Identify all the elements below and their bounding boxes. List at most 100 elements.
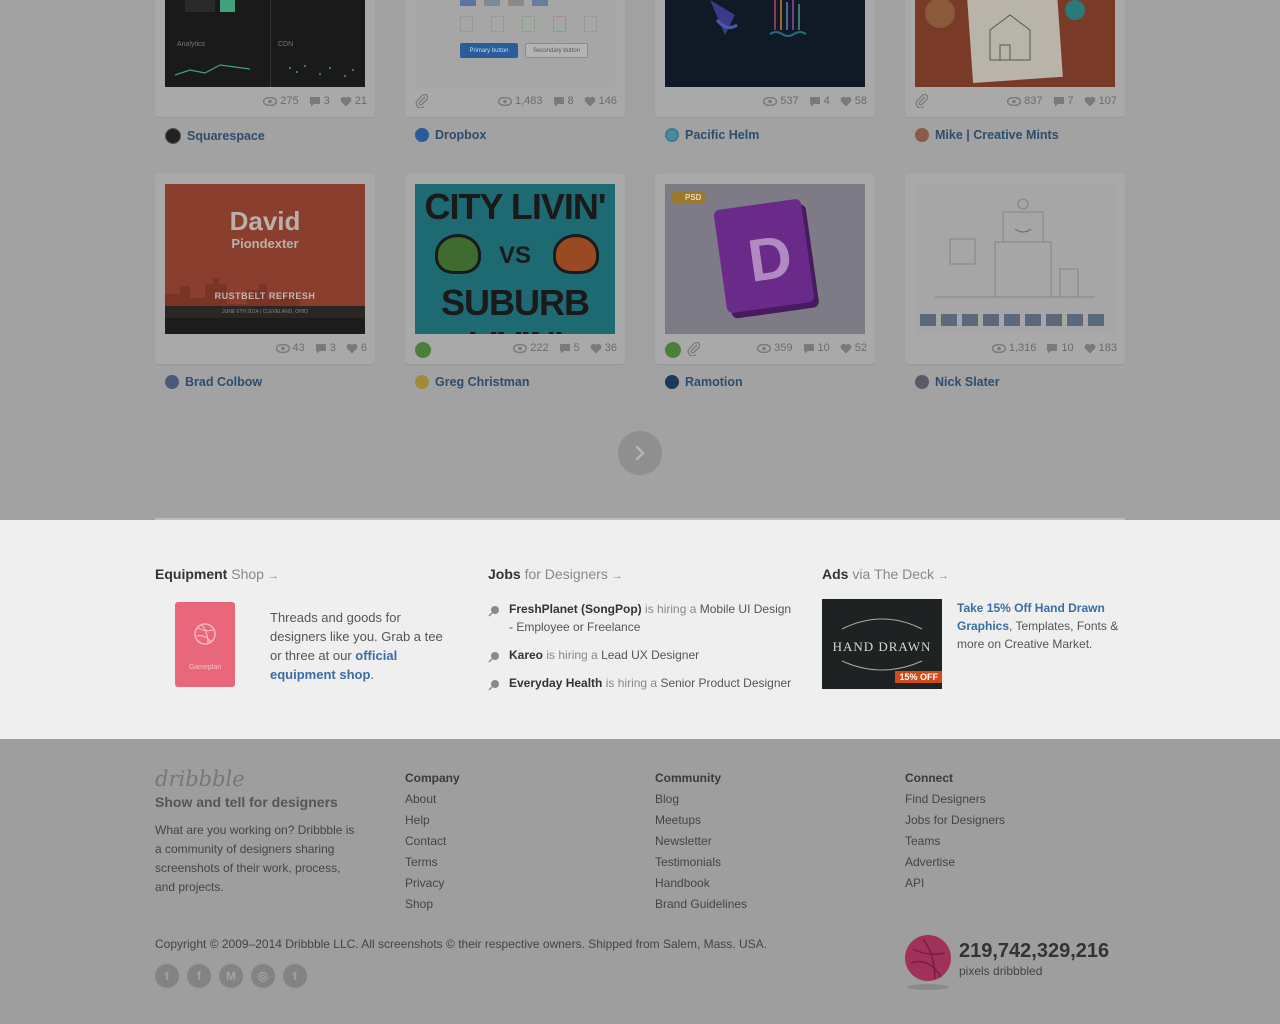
job-item[interactable]: Everyday Health is hiring a Senior Produ…: [488, 674, 798, 692]
likes-count: 6: [360, 342, 367, 354]
ads-heading[interactable]: Ads via The Deck →: [822, 566, 949, 582]
player-link[interactable]: Nick Slater: [915, 375, 1000, 389]
job-item[interactable]: FreshPlanet (SongPop) is hiring a Mobile…: [488, 600, 798, 636]
medium-icon[interactable]: M: [219, 964, 243, 988]
rebound-icon[interactable]: [665, 342, 681, 358]
footer-link-contact[interactable]: Contact: [405, 834, 446, 848]
footer-link-testimonials[interactable]: Testimonials: [655, 855, 721, 869]
next-page-button[interactable]: [618, 431, 662, 475]
shot-card[interactable]: Analytics CDN 275 3 21: [155, 0, 375, 117]
ad-text: Take 15% Off Hand Drawn Graphics, Templa…: [957, 601, 1119, 651]
shot-thumbnail[interactable]: Analytics CDN: [165, 0, 365, 87]
views-count: 1,483: [514, 95, 543, 107]
footer-link-newsletter[interactable]: Newsletter: [655, 834, 712, 848]
views-count: 837: [1024, 95, 1043, 107]
shot-card[interactable]: 537 4 58: [655, 0, 875, 117]
shot-card[interactable]: CITY LIVIN' VS SUBURB LIVIN' 222 5 36: [405, 174, 625, 364]
arrow-right-icon: →: [267, 570, 279, 582]
shot-thumbnail[interactable]: CITY LIVIN' VS SUBURB LIVIN': [415, 184, 615, 334]
footer-link-jobs-for-designers[interactable]: Jobs for Designers: [905, 813, 1005, 827]
shot-thumbnail[interactable]: Primary button Secondary button: [415, 0, 615, 87]
footer-link-brand-guidelines[interactable]: Brand Guidelines: [655, 897, 747, 911]
ad-discount-badge: 15% OFF: [895, 671, 942, 683]
avatar: [665, 375, 679, 389]
player-link[interactable]: Ramotion: [665, 375, 743, 389]
player-name: Dropbox: [435, 128, 487, 142]
views-count: 359: [774, 342, 793, 354]
equipment-heading[interactable]: Equipment Shop →: [155, 566, 279, 582]
jobs-heading[interactable]: Jobs for Designers →: [488, 566, 623, 582]
footer-link-teams[interactable]: Teams: [905, 834, 940, 848]
heart-icon: [840, 343, 852, 353]
dribbble-ball-icon: [910, 938, 946, 980]
eye-icon: [513, 343, 528, 353]
ad-image[interactable]: HAND DRAWN 15% OFF: [822, 599, 942, 689]
likes-count: 21: [354, 95, 367, 107]
shot-card[interactable]: 837 7 107: [905, 0, 1125, 117]
shot-card[interactable]: David Piondexter RUSTBELT REFRESH JUNE 6…: [155, 174, 375, 364]
footer-link-shop[interactable]: Shop: [405, 897, 433, 911]
pixel-count: 219,742,329,216: [959, 940, 1110, 962]
robot-illustration: [920, 198, 1104, 326]
job-role: Senior Product Designer: [660, 676, 792, 690]
player-link[interactable]: Squarespace: [165, 128, 265, 144]
tumblr-icon[interactable]: t: [283, 964, 307, 988]
job-item[interactable]: Kareo is hiring a Lead UX Designer: [488, 646, 798, 664]
likes-count: 183: [1098, 342, 1117, 354]
shot-thumbnail[interactable]: [915, 0, 1115, 87]
shot-thumbnail[interactable]: [915, 184, 1115, 334]
rebound-icon[interactable]: [415, 342, 431, 358]
thumb-top-text: CITY LIVIN': [424, 186, 607, 227]
avatar: [915, 128, 929, 142]
shot-thumbnail[interactable]: David Piondexter RUSTBELT REFRESH JUNE 6…: [165, 184, 365, 334]
footer-link-advertise[interactable]: Advertise: [905, 855, 955, 869]
views-count: 537: [780, 95, 799, 107]
likes-count: 58: [854, 95, 867, 107]
player-link[interactable]: Pacific Helm: [665, 128, 759, 142]
footer-link-find-designers[interactable]: Find Designers: [905, 792, 986, 806]
player-link[interactable]: Mike | Creative Mints: [915, 128, 1059, 142]
comment-icon: [809, 96, 820, 106]
player-name: Ramotion: [685, 375, 743, 389]
footer-link-about[interactable]: About: [405, 792, 436, 806]
notebook-image[interactable]: Gameplan: [175, 602, 235, 687]
eye-icon: [757, 343, 772, 353]
comment-icon: [803, 343, 814, 353]
player-link[interactable]: Greg Christman: [415, 375, 529, 389]
thumb-label-cdn: CDN: [278, 41, 294, 48]
footer-link-terms[interactable]: Terms: [405, 855, 438, 869]
footer-link-help[interactable]: Help: [405, 813, 430, 827]
secondary-button-sample: Secondary button: [525, 43, 588, 58]
shot-stats: 837 7 107: [1007, 95, 1117, 107]
eye-icon: [275, 343, 290, 353]
shot-thumbnail[interactable]: [665, 0, 865, 87]
footer-link-handbook[interactable]: Handbook: [655, 876, 710, 890]
comments-count: 3: [329, 342, 336, 354]
instagram-icon[interactable]: ◎: [251, 964, 275, 988]
avatar: [415, 128, 429, 142]
dribbble-logo[interactable]: dribbble: [155, 767, 245, 791]
comment-icon: [559, 343, 570, 353]
heart-icon: [584, 96, 596, 106]
arrow-right-icon: →: [937, 570, 949, 582]
shot-stats: 537 4 58: [763, 95, 867, 107]
shot-card[interactable]: PSD D 359 10 52: [655, 174, 875, 364]
shot-stats: 222 5 36: [513, 342, 617, 354]
promo-section: Equipment Shop → Gameplan Threads and go…: [0, 520, 1280, 739]
heart-icon: [340, 96, 352, 106]
footer-link-privacy[interactable]: Privacy: [405, 876, 444, 890]
facebook-icon[interactable]: f: [187, 964, 211, 988]
footer-link-api[interactable]: API: [905, 876, 924, 890]
player-link[interactable]: Dropbox: [415, 128, 486, 142]
player-link[interactable]: Brad Colbow: [165, 375, 262, 389]
avatar: [165, 128, 181, 144]
shot-thumbnail[interactable]: PSD D: [665, 184, 865, 334]
shot-card[interactable]: Primary button Secondary button 1,483 8 …: [405, 0, 625, 117]
footer-link-meetups[interactable]: Meetups: [655, 813, 701, 827]
shot-card[interactable]: 1,316 10 183: [905, 174, 1125, 364]
footer-link-blog[interactable]: Blog: [655, 792, 679, 806]
shot-stats: 275 3 21: [263, 95, 367, 107]
twitter-icon[interactable]: t: [155, 964, 179, 988]
footer-community-title: Community: [655, 771, 721, 785]
the-deck-link[interactable]: The Deck: [874, 566, 934, 582]
